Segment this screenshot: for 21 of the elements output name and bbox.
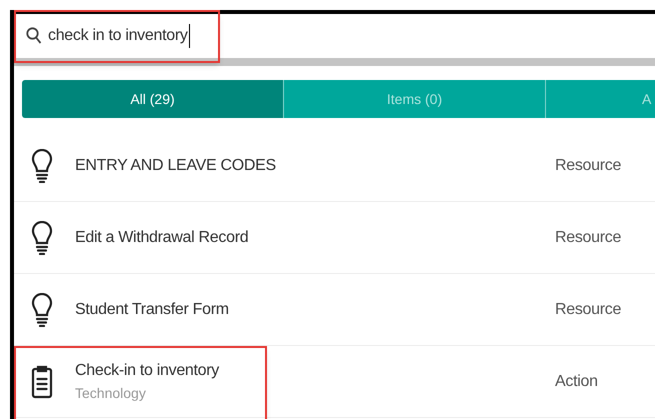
result-title: Edit a Withdrawal Record [75,228,250,248]
lightbulb-icon [31,292,53,326]
result-type: Resource [555,228,622,248]
result-row[interactable]: Student Transfer Form Resource [14,274,655,346]
result-type: Resource [555,300,622,320]
result-row[interactable]: ENTRY AND LEAVE CODES Resource [14,130,655,202]
clipboard-icon [31,364,53,398]
result-subtitle: Technology [75,384,147,403]
search-text: check in to inventory [48,24,190,48]
lightbulb-icon [31,220,53,254]
result-row[interactable]: Edit a Withdrawal Record Resource [14,202,655,274]
result-row[interactable]: Check-in to inventory Technology Action [14,346,655,418]
search-icon [26,27,42,45]
result-title: ENTRY AND LEAVE CODES [75,156,277,176]
result-type: Resource [555,156,622,176]
result-type: Action [555,372,598,392]
result-title: Check-in to inventory [75,361,220,381]
lightbulb-icon [31,148,53,182]
result-title: Student Transfer Form [75,300,230,320]
filter-tab[interactable]: All (29) [22,80,284,118]
search-field[interactable]: check in to inventory [14,14,190,58]
